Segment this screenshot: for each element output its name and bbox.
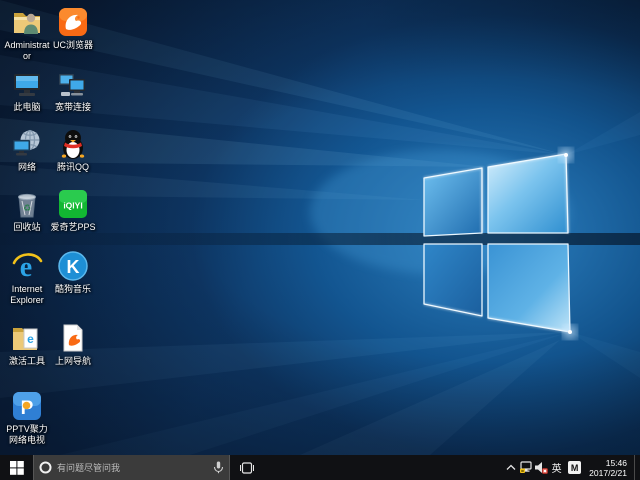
volume-muted-icon[interactable] bbox=[533, 455, 548, 480]
taskbar: 英 M 15:46 2017/2/21 bbox=[0, 455, 640, 480]
desktop-icon-internet-explorer[interactable]: e Internet Explorer bbox=[4, 249, 50, 306]
clock-time: 15:46 bbox=[589, 458, 627, 468]
microphone-icon[interactable] bbox=[213, 461, 224, 474]
desktop-icon-label: 酷狗音乐 bbox=[50, 284, 96, 295]
iqiyi-pps-icon: iQIYI bbox=[57, 187, 90, 220]
svg-text:K: K bbox=[67, 257, 80, 277]
desktop-icon-iqiyi[interactable]: iQIYI 爱奇艺PPS bbox=[50, 187, 96, 233]
desktop-icon-network[interactable]: 网络 bbox=[4, 127, 50, 173]
desktop-icon-label: 网络 bbox=[4, 162, 50, 173]
internet-explorer-icon: e bbox=[11, 249, 44, 282]
desktop-icon-label: 宽带连接 bbox=[50, 102, 96, 113]
desktop-icon-administrator[interactable]: Administrator bbox=[4, 5, 50, 62]
desktop-icon-web-navigation[interactable]: 上网导航 bbox=[50, 321, 96, 367]
pptv-icon: P bbox=[11, 389, 44, 422]
desktop-icon-label: Internet Explorer bbox=[4, 284, 50, 306]
desktop-icon-label: 上网导航 bbox=[50, 356, 96, 367]
windows-logo-icon bbox=[10, 461, 24, 475]
system-tray: 英 M 15:46 2017/2/21 bbox=[503, 455, 640, 480]
desktop-icon-kugou[interactable]: K 酷狗音乐 bbox=[50, 249, 96, 295]
user-folder-icon bbox=[11, 5, 44, 38]
cortana-icon bbox=[39, 461, 52, 474]
kugou-music-icon: K bbox=[57, 249, 90, 282]
desktop-icon-label: 腾讯QQ bbox=[50, 162, 96, 173]
windows-desktop: Administrator 此电脑 网络 bbox=[0, 0, 640, 480]
task-view-button[interactable] bbox=[234, 455, 260, 480]
desktop-icon-label: PPTV聚力 网络电视 bbox=[4, 424, 50, 446]
language-indicator[interactable]: 英 bbox=[548, 460, 565, 475]
svg-text:e: e bbox=[27, 332, 34, 346]
desktop-icon-label: UC浏览器 bbox=[50, 40, 96, 51]
start-button[interactable] bbox=[0, 455, 33, 480]
clock[interactable]: 15:46 2017/2/21 bbox=[584, 458, 634, 478]
show-desktop-button[interactable] bbox=[634, 455, 640, 480]
desktop-icon-qq[interactable]: 腾讯QQ bbox=[50, 127, 96, 173]
network-status-icon[interactable] bbox=[518, 455, 533, 480]
web-navigation-icon bbox=[57, 321, 90, 354]
desktop-icon-label: 回收站 bbox=[4, 222, 50, 233]
desktop-icon-recycle-bin[interactable]: ♻ 回收站 bbox=[4, 187, 50, 233]
desktop-icon-activation-tool[interactable]: e 激活工具 bbox=[4, 321, 50, 367]
desktop-icon-pptv[interactable]: P PPTV聚力 网络电视 bbox=[4, 389, 50, 446]
desktop-icon-uc-browser[interactable]: UC浏览器 bbox=[50, 5, 96, 51]
desktop-icon-label: 激活工具 bbox=[4, 356, 50, 367]
svg-text:♻: ♻ bbox=[23, 203, 31, 213]
computer-icon bbox=[11, 67, 44, 100]
search-input[interactable] bbox=[52, 463, 213, 473]
clock-date: 2017/2/21 bbox=[589, 468, 627, 478]
search-box[interactable] bbox=[33, 455, 230, 480]
desktop-icon-this-pc[interactable]: 此电脑 bbox=[4, 67, 50, 113]
task-view-icon bbox=[240, 462, 254, 474]
recycle-bin-icon: ♻ bbox=[11, 187, 44, 220]
desktop-icon-label: 爱奇艺PPS bbox=[50, 222, 96, 233]
wallpaper bbox=[0, 0, 640, 455]
uc-browser-icon bbox=[57, 5, 90, 38]
desktop-icon-label: Administrator bbox=[4, 40, 50, 62]
network-globe-icon bbox=[11, 127, 44, 160]
desktop-icon-label: 此电脑 bbox=[4, 102, 50, 113]
vignette-overlay bbox=[0, 0, 640, 455]
activation-tool-icon: e bbox=[11, 321, 44, 354]
desktop-icon-broadband[interactable]: 宽带连接 bbox=[50, 67, 96, 113]
broadband-connection-icon bbox=[57, 67, 90, 100]
tray-expand-icon[interactable] bbox=[503, 455, 518, 480]
qq-penguin-icon bbox=[57, 127, 90, 160]
svg-text:iQIYI: iQIYI bbox=[63, 200, 82, 210]
ime-icon[interactable]: M bbox=[568, 461, 581, 474]
